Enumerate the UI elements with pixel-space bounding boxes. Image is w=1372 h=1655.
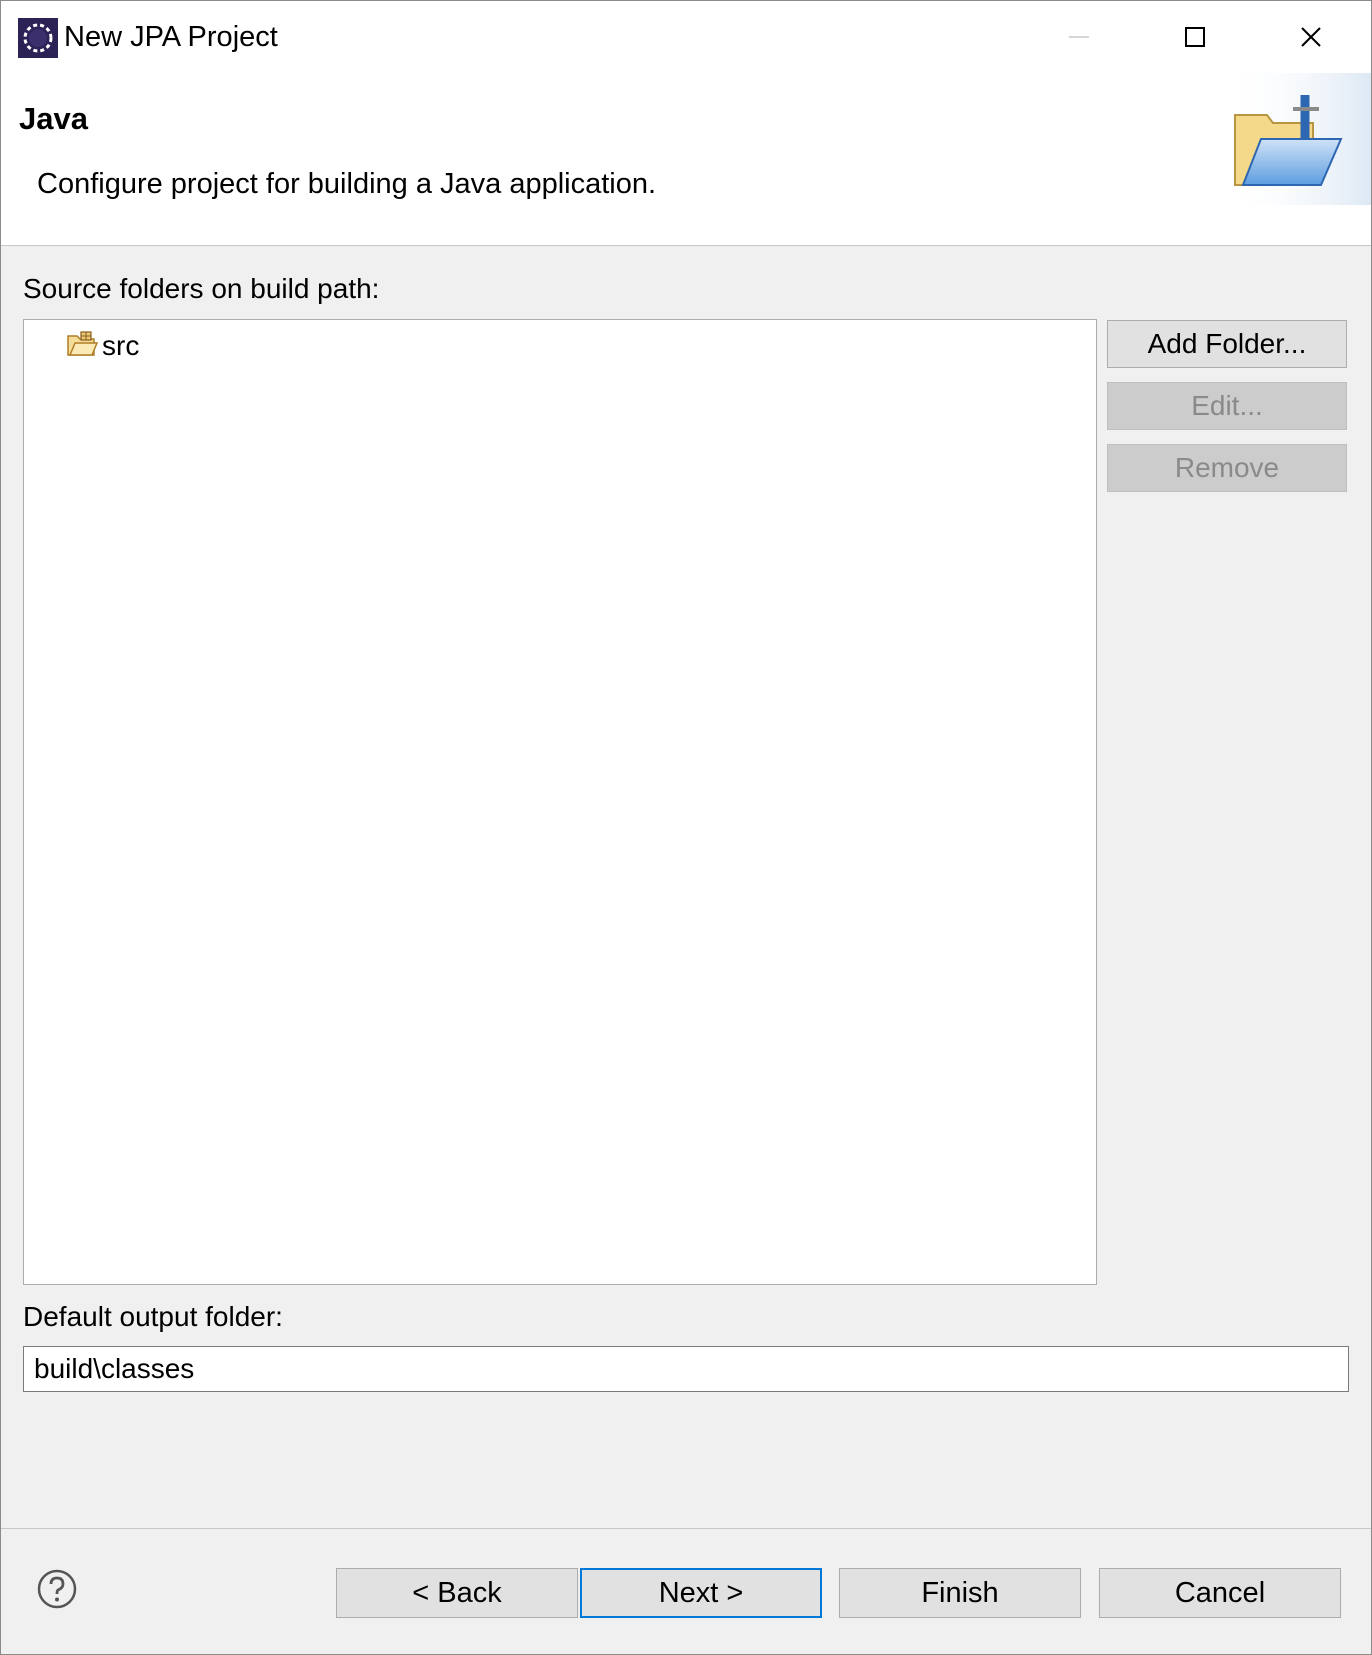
maximize-button[interactable] (1145, 11, 1245, 63)
edit-button[interactable]: Edit... (1107, 382, 1347, 430)
output-folder-input[interactable]: build\classes (23, 1346, 1349, 1392)
help-button[interactable] (37, 1569, 77, 1609)
close-icon (1301, 27, 1321, 47)
cancel-button[interactable]: Cancel (1099, 1568, 1341, 1618)
new-jpa-project-dialog: New JPA Project Java Configure project f… (0, 0, 1372, 1655)
maximize-icon (1185, 27, 1205, 47)
title-bar: New JPA Project (1, 1, 1371, 73)
next-button[interactable]: Next > (580, 1568, 822, 1618)
window-title: New JPA Project (64, 21, 278, 53)
finish-button[interactable]: Finish (839, 1568, 1081, 1618)
eclipse-icon (18, 18, 58, 58)
source-folders-label: Source folders on build path: (23, 273, 380, 304)
footer-separator (1, 1528, 1371, 1529)
java-folder-wizard-icon (1225, 73, 1371, 205)
tree-item-label: src (102, 330, 140, 361)
help-icon (37, 1569, 77, 1609)
add-folder-button[interactable]: Add Folder... (1107, 320, 1347, 368)
wizard-banner: Java Configure project for building a Ja… (1, 73, 1371, 246)
output-folder-label: Default output folder: (23, 1301, 283, 1332)
close-button[interactable] (1261, 11, 1361, 63)
remove-button[interactable]: Remove (1107, 444, 1347, 492)
minimize-icon (1069, 36, 1089, 38)
package-folder-icon (66, 330, 99, 363)
tree-item-src[interactable]: src (66, 328, 139, 364)
page-title: Java (19, 101, 88, 136)
source-folders-tree[interactable]: src (23, 319, 1097, 1285)
minimize-button[interactable] (1029, 11, 1129, 63)
back-button[interactable]: < Back (336, 1568, 578, 1618)
page-description: Configure project for building a Java ap… (37, 168, 657, 200)
